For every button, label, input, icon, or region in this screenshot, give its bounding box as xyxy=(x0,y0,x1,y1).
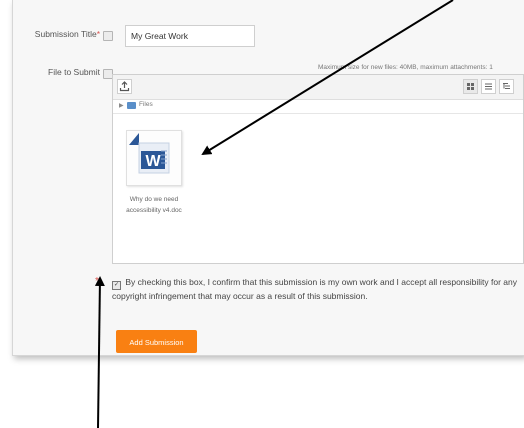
annotation-arrow-file xyxy=(201,0,454,156)
annotation-arrow-checkbox xyxy=(94,276,105,428)
annotation-arrows xyxy=(94,0,454,428)
